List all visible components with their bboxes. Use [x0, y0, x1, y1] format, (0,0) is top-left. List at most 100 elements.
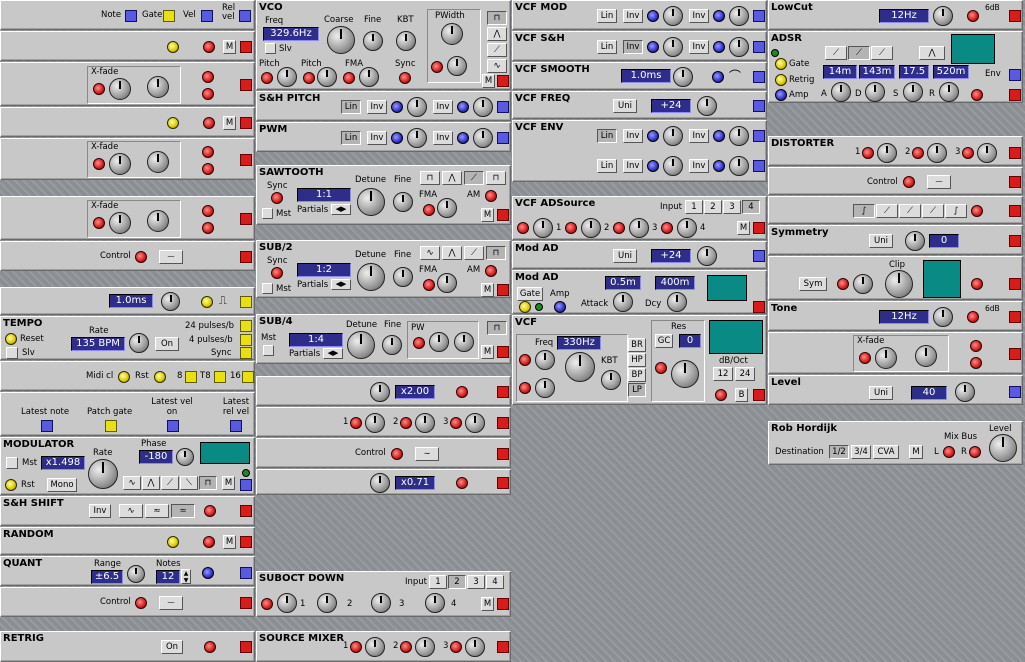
- master-button[interactable]: [263, 345, 274, 356]
- smooth-output[interactable]: [753, 71, 765, 83]
- mono-button[interactable]: Mono: [47, 478, 77, 492]
- amp-input[interactable]: [775, 89, 787, 101]
- dist-in-3[interactable]: [962, 147, 974, 159]
- clip-knob[interactable]: [885, 270, 913, 298]
- level-output[interactable]: [1009, 386, 1021, 398]
- xfade-mod-input[interactable]: [93, 83, 105, 95]
- ads-knob-1[interactable]: [533, 218, 553, 238]
- xfade-mod-knob[interactable]: [109, 78, 131, 100]
- pwm-knob-1[interactable]: [407, 128, 427, 148]
- rate-knob[interactable]: [88, 459, 118, 489]
- shape-3-button[interactable]: ≃: [171, 504, 195, 518]
- clip-mod-knob[interactable]: [853, 274, 873, 294]
- keyboard-module[interactable]: Note Gate Vel Rel vel: [0, 0, 255, 30]
- wave-ramp-button[interactable]: ⟍: [180, 476, 198, 490]
- wave-pulse-button[interactable]: ⊓: [486, 171, 506, 185]
- slave-button[interactable]: [265, 43, 276, 54]
- sub4-output[interactable]: [497, 346, 509, 358]
- vcf-sh-in-2[interactable]: [713, 41, 725, 53]
- random-input[interactable]: [203, 536, 215, 548]
- logic-output[interactable]: [240, 41, 252, 53]
- gain-module-2[interactable]: x0.71: [256, 469, 511, 495]
- freq-mod-input-1[interactable]: [519, 354, 531, 366]
- inv2-button[interactable]: Inv: [689, 129, 709, 143]
- lin-button[interactable]: Lin: [597, 9, 617, 23]
- tone-freq-knob[interactable]: [933, 307, 953, 327]
- mix-in-1[interactable]: [350, 417, 362, 429]
- dist-in-2[interactable]: [912, 147, 924, 159]
- gate-input[interactable]: [167, 117, 179, 129]
- xfade-mod-knob[interactable]: [109, 212, 131, 234]
- patch-gate-output[interactable]: [105, 420, 117, 432]
- bp-button[interactable]: BP: [628, 368, 646, 382]
- quant-output[interactable]: [240, 567, 252, 579]
- lin-button[interactable]: Lin: [597, 129, 617, 143]
- time-knob[interactable]: [161, 292, 180, 311]
- dist-output[interactable]: [1009, 147, 1021, 159]
- mute-button[interactable]: M: [481, 208, 494, 222]
- amp-output[interactable]: [1009, 89, 1021, 101]
- wave-tri-button[interactable]: ⋀: [142, 476, 160, 490]
- shape-input[interactable]: [971, 205, 983, 217]
- gain-input[interactable]: [456, 386, 468, 398]
- wave-square-button[interactable]: ⊓: [487, 11, 507, 25]
- amp-signal-input[interactable]: [971, 89, 983, 101]
- sh-shift-module[interactable]: S&H SHIFT Inv ∿ ≈ ≃: [0, 496, 255, 526]
- mod-ad-module[interactable]: Mod AD Uni +24: [512, 241, 767, 269]
- n16-output[interactable]: [242, 371, 254, 383]
- curve-2-button[interactable]: ⟋: [848, 46, 870, 60]
- dist-knob-3[interactable]: [977, 143, 997, 163]
- vco-output[interactable]: [497, 75, 509, 87]
- lp-button[interactable]: LP: [628, 383, 646, 397]
- mute-button[interactable]: M: [909, 445, 923, 459]
- detune-knob[interactable]: [357, 188, 385, 216]
- clip-module[interactable]: Sym Clip: [768, 256, 1023, 300]
- vcf-mod-knob-1[interactable]: [663, 6, 683, 26]
- random-output[interactable]: [240, 536, 252, 548]
- vcf-env-in-1[interactable]: [647, 130, 659, 142]
- ads-in-4[interactable]: [661, 222, 673, 234]
- xfade-output[interactable]: [240, 79, 252, 91]
- inv2-button[interactable]: Inv: [689, 9, 709, 23]
- fine-knob[interactable]: [393, 267, 413, 287]
- vcf-mod-output[interactable]: [753, 10, 765, 22]
- ads-knob-2[interactable]: [581, 218, 601, 238]
- mute-button[interactable]: M: [222, 476, 235, 490]
- logic-input[interactable]: [203, 41, 215, 53]
- right-input[interactable]: [969, 446, 981, 458]
- src-in-3[interactable]: [450, 641, 462, 653]
- wave-tri-button[interactable]: ⋀: [442, 171, 462, 185]
- sh-pitch-module[interactable]: S&H PITCH Lin Inv Inv: [256, 91, 511, 121]
- midicl-input[interactable]: [118, 371, 130, 383]
- adsr-module[interactable]: ADSR Gate Retrig Amp ⟋ ⟋ ⟋ ⋀ 14m 143m 17…: [768, 31, 1023, 103]
- vel-output[interactable]: [201, 10, 213, 22]
- vcf-env-knob-4[interactable]: [729, 156, 749, 176]
- input-2-button[interactable]: 2: [448, 575, 466, 589]
- control-output[interactable]: [497, 448, 509, 460]
- res-input[interactable]: [655, 362, 667, 374]
- pw-mod-knob[interactable]: [429, 332, 449, 352]
- gate-output[interactable]: [163, 10, 175, 22]
- mute-button[interactable]: M: [481, 597, 494, 611]
- vcf-env-in-3[interactable]: [647, 160, 659, 172]
- wave-square-button[interactable]: ⊓: [487, 321, 507, 335]
- vcf-mod-module[interactable]: VCF MOD Lin Inv Inv: [512, 0, 767, 30]
- control-input[interactable]: [391, 448, 403, 460]
- vcf-freq-module[interactable]: VCF FREQ Uni +24: [512, 91, 767, 119]
- control-output[interactable]: [240, 251, 252, 263]
- uni-button[interactable]: Uni: [613, 249, 637, 263]
- detune-knob[interactable]: [357, 263, 385, 291]
- slope-24-button[interactable]: 24: [735, 367, 755, 381]
- wave-sine-button[interactable]: ∿: [420, 246, 440, 260]
- on-button[interactable]: On: [155, 337, 179, 351]
- mute-button[interactable]: M: [737, 221, 750, 235]
- sh-pitch-output[interactable]: [497, 101, 509, 113]
- mix-knob-3[interactable]: [465, 413, 485, 433]
- smooth-time-knob[interactable]: [673, 67, 693, 87]
- t8-output[interactable]: [214, 371, 226, 383]
- xfade-in-1[interactable]: [202, 71, 214, 83]
- tempo-module[interactable]: TEMPO Reset Slv Rate 135 BPM On 24 pulse…: [0, 316, 255, 360]
- sync-output[interactable]: [240, 347, 252, 359]
- inv3-button[interactable]: Inv: [623, 159, 643, 173]
- quant-input[interactable]: [202, 567, 214, 579]
